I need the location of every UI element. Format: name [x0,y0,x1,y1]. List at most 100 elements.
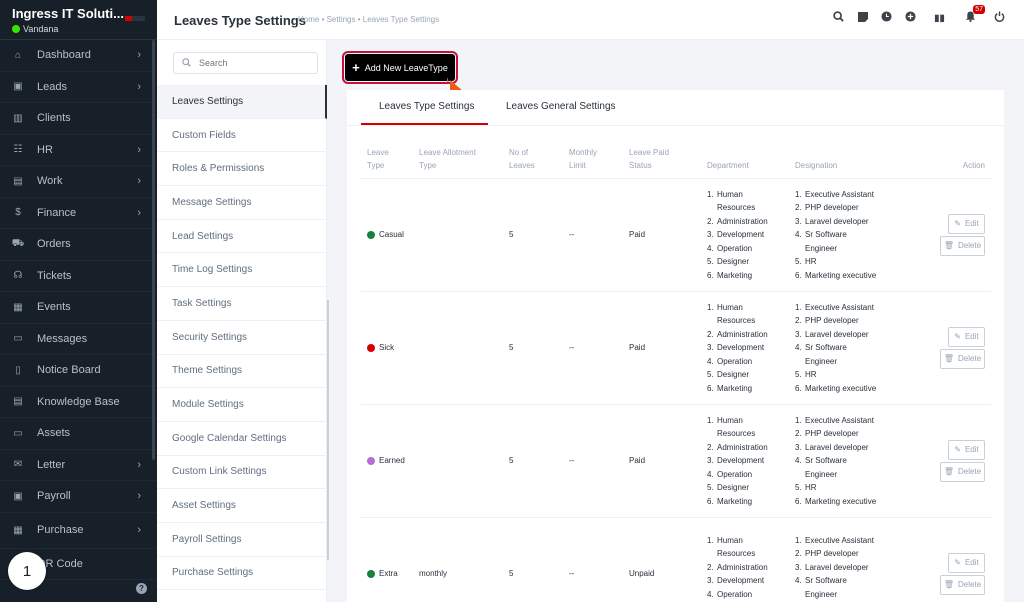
table-row: Extra monthly 5 -- Unpaid 1. Human Resources 2. A… [361,517,991,602]
settings-search-box[interactable] [173,52,318,74]
settings-menu-item-module-settings[interactable]: Module Settings [157,388,327,422]
col-action: Action [909,142,991,179]
gift-icon[interactable] [933,10,946,23]
tab-leaves-type-settings[interactable]: Leaves Type Settings [379,101,474,112]
edit-button[interactable]: ✎ Edit [948,214,985,234]
settings-menu-item-custom-link-settings[interactable]: Custom Link Settings [157,456,327,490]
sidebar-scrollbar[interactable] [152,40,155,460]
sidebar-item-leads[interactable]: ▣ Leads › [0,72,157,103]
leave-color-dot [367,231,375,239]
sidebar-nav: ⌂ Dashboard › ▣ Leads › ▥ Clients ☷ HR › ▤ Work › $ Fin… [0,40,157,580]
edit-button[interactable]: ✎ Edit [948,553,985,573]
sidebar-item-label: Letter [37,458,66,471]
leave-type-name: Sick [379,343,395,353]
list-item: 1. Human [707,302,743,312]
search-icon[interactable] [832,10,845,23]
sidebar-item-knowledge-base[interactable]: ▤ Knowledge Base [0,387,157,418]
settings-menu-item-purchase-settings[interactable]: Purchase Settings [157,557,327,591]
sticky-note-icon[interactable] [856,10,869,23]
trash-icon: 🗑 [943,467,955,477]
list-item: 1. Executive Assistant [795,415,874,425]
sidebar-item-assets[interactable]: ▭ Assets [0,418,157,450]
settings-menu-item-security-settings[interactable]: Security Settings [157,321,327,355]
sidebar-item-letter[interactable]: ✉ Letter › [0,450,157,481]
sidebar-item-purchase[interactable]: ▦ Purchase › [0,513,157,549]
list-item: 2. Administration [707,562,768,572]
table-row: Sick 5 -- Paid 1. Human Resources 2. Administrat… [361,291,991,405]
list-item: 5.Designer [707,483,750,493]
departments-list: 1. Human Resources 2. Administration 3. Develo… [707,188,783,283]
settings-menu-item-roles-permissions[interactable]: Roles & Permissions [157,152,327,187]
list-item: Resources [717,316,756,326]
settings-menu-item-leaves-settings[interactable]: Leaves Settings [157,85,327,119]
clock-icon[interactable] [880,10,893,23]
online-status-dot [12,25,20,33]
departments-cell: 1. Human Resources 2. Administration 3. Develo… [701,291,789,405]
settings-menu-item-message-settings[interactable]: Message Settings [157,186,327,220]
breadcrumb: Home • Settings • Leaves Type Settings [298,15,440,24]
sidebar-item-orders[interactable]: ⛟ Orders [0,229,157,261]
settings-menu-item-google-calendar-settings[interactable]: Google Calendar Settings [157,422,327,456]
delete-button[interactable]: 🗑 Delete [940,349,985,369]
power-icon[interactable] [993,10,1006,23]
settings-menu-item-asset-settings[interactable]: Asset Settings [157,489,327,523]
tab-leaves-general-settings[interactable]: Leaves General Settings [506,101,616,112]
sidebar-item-dashboard[interactable]: ⌂ Dashboard › [0,40,157,72]
sidebar-item-label: Payroll [37,490,71,503]
settings-menu-item-task-settings[interactable]: Task Settings [157,287,327,321]
delete-button[interactable]: 🗑 Delete [940,462,985,482]
list-item: 6. Marketing [707,383,753,393]
settings-menu-item-custom-fields[interactable]: Custom Fields [157,119,327,153]
delete-button[interactable]: 🗑 Delete [940,575,985,595]
table-header-row: Leave Type Leave Allotment Type No of Leave… [361,142,991,179]
user-status: Vandana [12,24,145,34]
trash-icon: 🗑 [943,354,955,364]
leave-limit-cell: -- [563,178,623,292]
edit-button[interactable]: ✎ Edit [948,440,985,460]
sidebar-item-work[interactable]: ▤ Work › [0,166,157,198]
plus-circle-icon[interactable] [904,10,917,23]
chevron-right-icon: › [137,490,141,503]
sidebar-item-messages[interactable]: ▭ Messages [0,324,157,355]
action-cell: ✎ Edit 🗑 Delete [909,178,991,292]
edit-icon: ✎ [954,445,961,455]
leave-count-cell: 5 [503,517,563,602]
list-item: 3. Development [707,576,765,585]
settings-menu-item-time-log-settings[interactable]: Time Log Settings [157,253,327,288]
table-row: Casual 5 -- Paid 1. Human Resources 2. Administr… [361,178,991,292]
list-item: Resources [717,203,756,213]
col-monthly-limit: Monthly Limit [563,142,623,179]
sidebar-item-hr[interactable]: ☷ HR › [0,135,157,166]
settings-menu-item-theme-settings[interactable]: Theme Settings [157,355,327,389]
help-icon[interactable]: ? [136,582,147,594]
sidebar-item-events[interactable]: ▦ Events [0,292,157,324]
company-brand[interactable]: Ingress IT Soluti... Vandana [0,0,157,40]
departments-list: 1. Human Resources 2. Administration 3. Develo… [707,534,783,602]
chevron-right-icon: › [137,49,141,62]
delete-button[interactable]: 🗑 Delete [940,236,985,256]
list-item: 2. Administration [707,442,768,452]
col-department: Department [701,142,789,179]
add-new-leave-type-button[interactable]: + Add New LeaveType [342,51,458,84]
leave-type-name: Casual [379,230,404,240]
sidebar-item-payroll[interactable]: ▣ Payroll › [0,481,157,513]
sidebar-item-notice-board[interactable]: ▯ Notice Board [0,355,157,387]
monitor-icon: ▭ [13,427,23,439]
edit-button[interactable]: ✎ Edit [948,327,985,347]
leave-count-cell: 5 [503,291,563,405]
edit-icon: ✎ [954,558,961,568]
clients-icon: ▥ [13,112,23,124]
list-item: 5.Designer [707,370,750,380]
sidebar-item-finance[interactable]: $ Finance › [0,198,157,229]
purchase-icon: ▦ [13,524,23,536]
sidebar-item-label: Dashboard [37,49,91,62]
list-item: 3. Development [707,343,765,353]
settings-menu-item-payroll-settings[interactable]: Payroll Settings [157,523,327,557]
list-item: 6. Marketing executive [795,383,877,393]
settings-menu-item-lead-settings[interactable]: Lead Settings [157,220,327,254]
settings-search-input[interactable] [199,58,309,68]
sidebar-item-tickets[interactable]: ☊ Tickets [0,261,157,292]
language-flag-icon[interactable] [125,16,145,21]
bell-icon[interactable]: 57 [964,5,985,23]
sidebar-item-clients[interactable]: ▥ Clients [0,103,157,135]
